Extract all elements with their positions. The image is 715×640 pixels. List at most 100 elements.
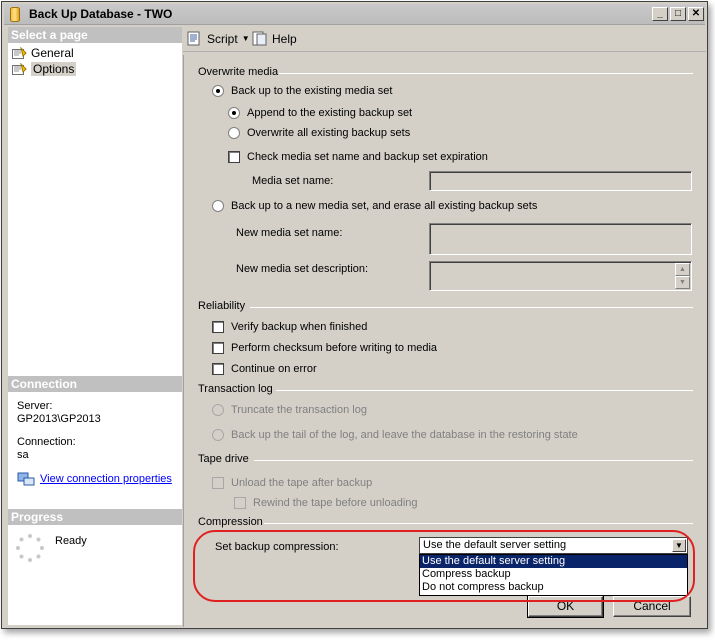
rewind-tape-option[interactable]: Rewind the tape before unloading <box>234 497 418 509</box>
backup-new-label: Back up to a new media set, and erase al… <box>231 200 538 212</box>
group-divider <box>254 460 693 461</box>
script-icon <box>187 31 200 46</box>
truncate-log-option[interactable]: Truncate the transaction log <box>212 404 367 416</box>
toolbar: Script ▼ Help <box>183 27 706 52</box>
unload-tape-checkbox[interactable] <box>212 477 224 489</box>
set-backup-compression-label: Set backup compression: <box>215 541 339 553</box>
select-page-header: Select a page <box>8 27 182 43</box>
ok-button[interactable]: OK <box>527 595 604 618</box>
verify-label: Verify backup when finished <box>231 321 368 333</box>
append-radio[interactable] <box>228 107 240 119</box>
continue-on-error-label: Continue on error <box>231 363 317 375</box>
dropdown-option[interactable]: Use the default server setting <box>420 555 687 568</box>
checksum-option[interactable]: Perform checksum before writing to media <box>212 342 437 354</box>
backup-existing-radio[interactable] <box>212 85 224 97</box>
check-media-label: Check media set name and backup set expi… <box>247 151 488 163</box>
title-bar[interactable]: Back Up Database - TWO _ □ ✕ <box>4 4 705 25</box>
page-icon <box>12 61 27 76</box>
reliability-title: Reliability <box>198 300 246 312</box>
continue-on-error-option[interactable]: Continue on error <box>212 363 317 375</box>
close-button[interactable]: ✕ <box>688 7 704 21</box>
transaction-log-title: Transaction log <box>198 383 273 395</box>
new-media-set-name-field[interactable] <box>429 223 692 255</box>
scroll-down-icon[interactable]: ▼ <box>675 276 690 289</box>
connection-value: sa <box>17 449 29 461</box>
help-label: Help <box>272 31 297 46</box>
cancel-button[interactable]: Cancel <box>613 596 691 617</box>
minimize-button[interactable]: _ <box>652 7 668 21</box>
overwrite-media-title: Overwrite media <box>198 66 279 78</box>
nav-item-label: Options <box>31 62 77 76</box>
scroll-up-icon[interactable]: ▲ <box>675 263 690 276</box>
progress-status: Ready <box>55 535 87 547</box>
select-page-list: General Options <box>8 43 182 376</box>
view-connection-properties[interactable]: View connection properties <box>17 472 172 486</box>
backup-compression-select[interactable]: Use the default server setting ▼ <box>419 537 688 554</box>
check-media-checkbox[interactable] <box>228 151 240 163</box>
verify-option[interactable]: Verify backup when finished <box>212 321 367 333</box>
connection-panel: Server: GP2013\GP2013 Connection: sa Vie… <box>8 392 182 509</box>
server-label: Server: <box>17 400 53 412</box>
options-content: Overwrite media Back up to the existing … <box>183 55 706 627</box>
media-set-name-field[interactable] <box>429 171 692 191</box>
script-button[interactable]: Script ▼ <box>187 31 250 46</box>
dropdown-option[interactable]: Do not compress backup <box>420 581 687 594</box>
chevron-down-icon[interactable]: ▼ <box>242 34 250 43</box>
new-media-set-description-label: New media set description: <box>236 263 369 275</box>
backup-tail-option[interactable]: Back up the tail of the log, and leave t… <box>212 429 578 441</box>
rewind-tape-checkbox[interactable] <box>234 497 246 509</box>
checksum-checkbox[interactable] <box>212 342 224 354</box>
overwrite-all-label: Overwrite all existing backup sets <box>247 127 411 139</box>
connection-header: Connection <box>8 376 182 392</box>
database-icon <box>10 7 20 22</box>
truncate-log-label: Truncate the transaction log <box>231 404 367 416</box>
tape-drive-title: Tape drive <box>198 453 249 465</box>
backup-new-radio[interactable] <box>212 200 224 212</box>
view-connection-properties-link[interactable]: View connection properties <box>40 473 172 485</box>
overwrite-all-option[interactable]: Overwrite all existing backup sets <box>228 127 410 139</box>
page-icon <box>12 45 27 60</box>
help-icon <box>252 31 267 46</box>
group-divider <box>279 73 693 74</box>
group-divider <box>276 390 693 391</box>
left-pane: Select a page General Options Connection… <box>8 27 182 627</box>
backup-database-window: Back Up Database - TWO _ □ ✕ Select a pa… <box>1 1 708 629</box>
overwrite-all-radio[interactable] <box>228 127 240 139</box>
compression-title: Compression <box>198 516 263 528</box>
backup-new-option[interactable]: Back up to a new media set, and erase al… <box>212 200 537 212</box>
truncate-log-radio[interactable] <box>212 404 224 416</box>
unload-tape-label: Unload the tape after backup <box>231 477 373 489</box>
append-label: Append to the existing backup set <box>247 107 413 119</box>
backup-existing-label: Back up to the existing media set <box>231 85 393 97</box>
maximize-button[interactable]: □ <box>670 7 686 21</box>
backup-compression-dropdown[interactable]: Use the default server setting Compress … <box>419 554 688 596</box>
progress-spinner-icon <box>15 533 45 563</box>
backup-existing-option[interactable]: Back up to the existing media set <box>212 85 392 97</box>
backup-tail-label: Back up the tail of the log, and leave t… <box>231 429 578 441</box>
help-button[interactable]: Help <box>252 31 297 46</box>
progress-header: Progress <box>8 509 182 525</box>
nav-item-label: General <box>31 46 74 60</box>
connection-label: Connection: <box>17 436 76 448</box>
nav-item-options[interactable]: Options <box>12 61 77 77</box>
new-media-set-name-label: New media set name: <box>236 227 343 239</box>
window-title: Back Up Database - TWO <box>29 7 173 21</box>
chevron-down-icon[interactable]: ▼ <box>672 539 686 552</box>
check-media-option[interactable]: Check media set name and backup set expi… <box>228 151 488 163</box>
backup-compression-selected: Use the default server setting <box>423 539 567 551</box>
backup-tail-radio[interactable] <box>212 429 224 441</box>
dropdown-option[interactable]: Compress backup <box>420 568 687 581</box>
verify-checkbox[interactable] <box>212 321 224 333</box>
continue-on-error-checkbox[interactable] <box>212 363 224 375</box>
rewind-tape-label: Rewind the tape before unloading <box>253 497 418 509</box>
append-option[interactable]: Append to the existing backup set <box>228 107 412 119</box>
new-media-set-description-field[interactable]: ▲ ▼ <box>429 261 692 291</box>
media-set-name-label: Media set name: <box>252 175 334 187</box>
server-value: GP2013\GP2013 <box>17 413 101 425</box>
right-pane: Script ▼ Help Overwrite media Back up to… <box>183 27 706 627</box>
checksum-label: Perform checksum before writing to media <box>231 342 438 354</box>
nav-item-general[interactable]: General <box>12 45 74 61</box>
connection-properties-icon <box>17 472 35 486</box>
group-divider <box>264 523 693 524</box>
unload-tape-option[interactable]: Unload the tape after backup <box>212 477 372 489</box>
